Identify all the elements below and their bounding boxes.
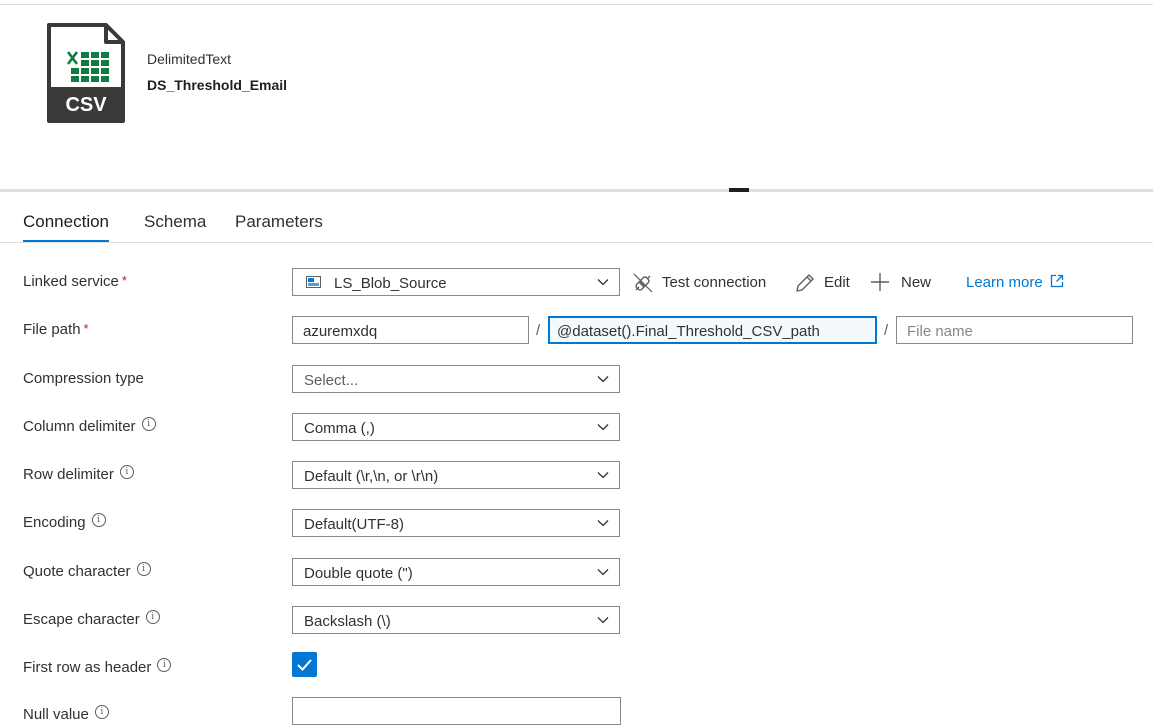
external-link-icon bbox=[1050, 274, 1064, 288]
plug-icon bbox=[633, 273, 653, 293]
first-row-header-label: First row as header i bbox=[23, 658, 172, 676]
path-separator: / bbox=[536, 322, 541, 339]
info-icon[interactable]: i bbox=[141, 417, 156, 431]
checkmark-icon bbox=[297, 659, 312, 671]
row-delimiter-label: Row delimiter i bbox=[23, 465, 134, 483]
column-delimiter-label: Column delimiter i bbox=[23, 417, 156, 435]
column-delimiter-dropdown[interactable]: Comma (,) bbox=[292, 413, 620, 441]
quote-character-dropdown[interactable]: Double quote (") bbox=[292, 558, 620, 586]
encoding-label-text: Encoding bbox=[23, 514, 86, 531]
info-icon[interactable]: i bbox=[119, 465, 134, 479]
edit-button[interactable]: Edit bbox=[794, 272, 856, 294]
first-row-header-label-text: First row as header bbox=[23, 659, 152, 676]
chevron-down-icon bbox=[597, 376, 609, 383]
quote-character-label-text: Quote character bbox=[23, 563, 131, 580]
test-connection-button[interactable]: Test connection bbox=[632, 272, 782, 294]
dataset-name: DS_Threshold_Email bbox=[147, 77, 288, 93]
directory-value: @dataset().Final_Threshold_CSV_path bbox=[557, 323, 820, 340]
row-delimiter-value: Default (\r,\n, or \r\n) bbox=[304, 468, 439, 485]
column-delimiter-label-text: Column delimiter bbox=[23, 418, 136, 435]
splitter-grip[interactable] bbox=[729, 188, 749, 192]
required-marker: * bbox=[83, 321, 89, 336]
dataset-header: CSV DelimitedText DS_Threshold_Email bbox=[0, 5, 1153, 191]
chevron-down-icon bbox=[597, 279, 609, 286]
linked-service-dropdown[interactable]: LS_Blob_Source bbox=[292, 268, 620, 296]
container-value: azuremxdq bbox=[303, 323, 378, 340]
info-icon[interactable]: i bbox=[157, 658, 172, 672]
plus-icon bbox=[871, 273, 889, 291]
info-icon[interactable]: i bbox=[145, 610, 160, 624]
escape-character-label-text: Escape character bbox=[23, 611, 140, 628]
compression-type-label-text: Compression type bbox=[23, 370, 144, 387]
path-separator: / bbox=[884, 322, 889, 339]
encoding-label: Encoding i bbox=[23, 513, 106, 531]
container-input[interactable]: azuremxdq bbox=[292, 316, 529, 344]
tab-schema[interactable]: Schema bbox=[144, 212, 206, 232]
tab-bar: Connection Schema Parameters bbox=[0, 196, 1153, 243]
new-button[interactable]: New bbox=[870, 272, 938, 294]
compression-type-dropdown[interactable]: Select... bbox=[292, 365, 620, 393]
file-path-label-text: File path bbox=[23, 321, 81, 338]
info-icon[interactable]: i bbox=[94, 705, 109, 719]
linked-service-label-text: Linked service bbox=[23, 273, 119, 290]
null-value-input[interactable] bbox=[292, 697, 621, 725]
learn-more-label: Learn more bbox=[966, 274, 1043, 291]
test-connection-label: Test connection bbox=[662, 274, 767, 291]
linked-service-label: Linked service * bbox=[23, 273, 127, 290]
new-label: New bbox=[901, 274, 932, 291]
csv-file-icon: CSV bbox=[47, 23, 125, 123]
chevron-down-icon bbox=[597, 424, 609, 431]
column-delimiter-value: Comma (,) bbox=[304, 420, 375, 437]
file-name-placeholder: File name bbox=[907, 323, 973, 340]
escape-character-value: Backslash (\) bbox=[304, 613, 391, 630]
compression-type-value: Select... bbox=[304, 372, 359, 389]
csv-icon-text: CSV bbox=[65, 94, 107, 116]
null-value-label-text: Null value bbox=[23, 706, 89, 723]
compression-type-label: Compression type bbox=[23, 370, 144, 387]
linked-service-value: LS_Blob_Source bbox=[334, 275, 447, 292]
row-delimiter-label-text: Row delimiter bbox=[23, 466, 114, 483]
first-row-header-checkbox[interactable] bbox=[292, 652, 317, 677]
encoding-dropdown[interactable]: Default(UTF-8) bbox=[292, 509, 620, 537]
edit-label: Edit bbox=[824, 274, 850, 291]
learn-more-link[interactable]: Learn more bbox=[966, 274, 1064, 291]
info-icon[interactable]: i bbox=[91, 513, 106, 527]
file-path-label: File path * bbox=[23, 321, 89, 338]
quote-character-label: Quote character i bbox=[23, 562, 151, 580]
escape-character-label: Escape character i bbox=[23, 610, 160, 628]
panel-splitter[interactable] bbox=[0, 189, 1153, 192]
required-marker: * bbox=[121, 273, 127, 288]
tab-parameters[interactable]: Parameters bbox=[235, 212, 323, 232]
pencil-icon bbox=[796, 274, 814, 292]
info-icon[interactable]: i bbox=[136, 562, 151, 576]
escape-character-dropdown[interactable]: Backslash (\) bbox=[292, 606, 620, 634]
encoding-value: Default(UTF-8) bbox=[304, 516, 405, 533]
directory-input[interactable]: @dataset().Final_Threshold_CSV_path bbox=[548, 316, 877, 344]
quote-character-value: Double quote (") bbox=[304, 565, 413, 582]
null-value-label: Null value i bbox=[23, 705, 109, 723]
chevron-down-icon bbox=[597, 520, 609, 527]
tab-connection[interactable]: Connection bbox=[23, 212, 110, 242]
storage-icon bbox=[306, 276, 321, 288]
chevron-down-icon bbox=[597, 617, 609, 624]
file-name-input[interactable]: File name bbox=[896, 316, 1133, 344]
chevron-down-icon bbox=[597, 569, 609, 576]
chevron-down-icon bbox=[597, 472, 609, 479]
row-delimiter-dropdown[interactable]: Default (\r,\n, or \r\n) bbox=[292, 461, 620, 489]
dataset-type: DelimitedText bbox=[147, 51, 232, 67]
